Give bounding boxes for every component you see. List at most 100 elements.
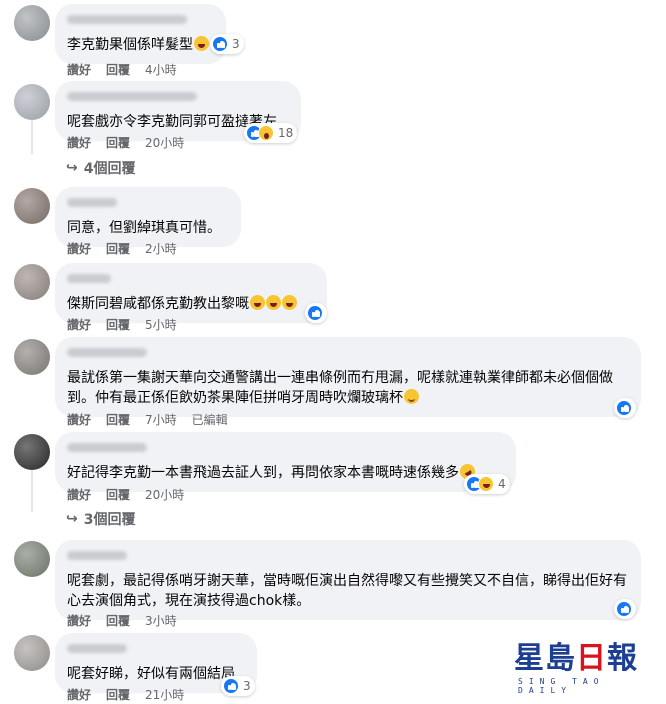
comment-text: 呢套劇，最記得係哨牙謝天華，當時嘅佢演出自然得嚟又有些攪笑又不自信，睇得出佢好有… bbox=[67, 573, 627, 609]
logo-char: 星 bbox=[514, 641, 544, 676]
like-button[interactable]: 讚好 bbox=[67, 316, 91, 333]
logo-text: 星島日報 bbox=[514, 641, 652, 677]
comment-feed: 李克勤果個係咩髮型 3 讚好 回覆 4小時 呢套戲亦令李克勤同郭可盈撻著左 18… bbox=[0, 0, 666, 704]
like-button[interactable]: 讚好 bbox=[67, 612, 91, 629]
reply-button[interactable]: 回覆 bbox=[106, 612, 130, 629]
avatar[interactable] bbox=[14, 5, 50, 41]
reaction-summary[interactable]: 3 bbox=[221, 676, 255, 696]
avatar[interactable] bbox=[14, 635, 50, 671]
reaction-summary[interactable] bbox=[305, 303, 327, 323]
reaction-summary[interactable]: 3 bbox=[210, 34, 244, 54]
comment-actions: 讚好 回覆 7小時 已編輯 bbox=[67, 411, 228, 428]
like-reaction-icon bbox=[616, 601, 632, 617]
comment-bubble: 呢套劇，最記得係哨牙謝天華，當時嘅佢演出自然得嚟又有些攪笑又不自信，睇得出佢好有… bbox=[55, 540, 641, 620]
smile-emoji-icon bbox=[404, 389, 419, 404]
comment-actions: 讚好 回覆 4小時 bbox=[67, 61, 177, 78]
reply-button[interactable]: 回覆 bbox=[106, 316, 130, 333]
logo-char: 島 bbox=[545, 641, 575, 676]
like-reaction-icon bbox=[223, 678, 239, 694]
timestamp[interactable]: 3小時 bbox=[145, 612, 177, 629]
like-button[interactable]: 讚好 bbox=[67, 134, 91, 151]
reaction-count: 3 bbox=[243, 679, 251, 693]
reaction-count: 18 bbox=[278, 126, 294, 140]
haha-emoji-icon bbox=[266, 295, 281, 310]
comment-actions: 讚好 回覆 21小時 bbox=[67, 686, 184, 703]
thread-line bbox=[31, 118, 33, 154]
avatar[interactable] bbox=[14, 84, 50, 120]
timestamp[interactable]: 20小時 bbox=[145, 486, 184, 503]
author-name[interactable] bbox=[67, 92, 289, 106]
reply-button[interactable]: 回覆 bbox=[106, 411, 130, 428]
comment-actions: 讚好 回覆 20小時 bbox=[67, 134, 184, 151]
timestamp[interactable]: 2小時 bbox=[145, 240, 177, 257]
like-button[interactable]: 讚好 bbox=[67, 240, 91, 257]
edited-label[interactable]: 已編輯 bbox=[192, 411, 228, 428]
like-button[interactable]: 讚好 bbox=[67, 486, 91, 503]
reply-button[interactable]: 回覆 bbox=[106, 686, 130, 703]
comment-actions: 讚好 回覆 5小時 bbox=[67, 316, 177, 333]
reaction-summary[interactable] bbox=[614, 599, 636, 619]
comment-bubble: 好記得李克勤一本書飛過去証人到，再問依家本書嘅時速係幾多 bbox=[55, 432, 516, 492]
author-name[interactable] bbox=[67, 443, 504, 457]
comment-actions: 讚好 回覆 3小時 bbox=[67, 612, 177, 629]
haha-emoji-icon bbox=[194, 36, 209, 51]
replies-count: 4個回覆 bbox=[83, 161, 136, 177]
like-button[interactable]: 讚好 bbox=[67, 411, 91, 428]
reaction-count: 3 bbox=[232, 37, 240, 51]
reply-button[interactable]: 回覆 bbox=[106, 486, 130, 503]
avatar[interactable] bbox=[14, 188, 50, 224]
comment-bubble: 最訧係第一集謝天華向交通警講出一連串條例而冇甩漏，呢樣就連執業律師都未必個個做到… bbox=[55, 337, 641, 417]
reply-button[interactable]: 回覆 bbox=[106, 240, 130, 257]
reply-arrow-icon: ↪ bbox=[66, 160, 78, 176]
view-replies-link[interactable]: ↪ 3個回覆 bbox=[66, 509, 135, 529]
avatar[interactable] bbox=[14, 434, 50, 470]
haha-emoji-icon bbox=[282, 295, 297, 310]
like-reaction-icon bbox=[212, 36, 228, 52]
reaction-summary[interactable]: 4 bbox=[464, 474, 510, 494]
like-button[interactable]: 讚好 bbox=[67, 61, 91, 78]
comment-text: 傑斯同碧咸都係克勤教出黎嘅 bbox=[67, 296, 249, 312]
comment-actions: 讚好 回覆 20小時 bbox=[67, 486, 184, 503]
wow-reaction-icon bbox=[258, 125, 274, 141]
logo-char: 報 bbox=[607, 641, 637, 676]
haha-emoji-icon bbox=[250, 295, 265, 310]
reaction-summary[interactable] bbox=[614, 398, 636, 418]
thread-line bbox=[31, 470, 33, 512]
author-name[interactable] bbox=[67, 551, 629, 565]
comment-bubble: 李克勤果個係咩髮型 bbox=[55, 4, 226, 64]
author-name[interactable] bbox=[67, 274, 315, 288]
timestamp[interactable]: 4小時 bbox=[145, 61, 177, 78]
comment-actions: 讚好 回覆 2小時 bbox=[67, 240, 177, 257]
replies-count: 3個回覆 bbox=[83, 512, 136, 528]
comment-bubble: 傑斯同碧咸都係克勤教出黎嘅 bbox=[55, 263, 327, 323]
timestamp[interactable]: 20小時 bbox=[145, 134, 184, 151]
reply-arrow-icon: ↪ bbox=[66, 511, 78, 527]
comment-text: 李克勤果個係咩髮型 bbox=[67, 37, 193, 53]
author-name[interactable] bbox=[67, 198, 229, 212]
reply-button[interactable]: 回覆 bbox=[106, 134, 130, 151]
logo-char: 日 bbox=[576, 641, 606, 676]
view-replies-link[interactable]: ↪ 4個回覆 bbox=[66, 158, 135, 178]
avatar[interactable] bbox=[14, 339, 50, 375]
reaction-count: 4 bbox=[498, 477, 506, 491]
logo-subtitle: SING TAO DAILY bbox=[518, 677, 605, 695]
timestamp[interactable]: 5小時 bbox=[145, 316, 177, 333]
author-name[interactable] bbox=[67, 348, 629, 362]
sing-tao-daily-logo: 星島日報 SING TAO DAILY bbox=[514, 641, 652, 695]
timestamp[interactable]: 21小時 bbox=[145, 686, 184, 703]
like-reaction-icon bbox=[616, 400, 632, 416]
comment-text: 好記得李克勤一本書飛過去証人到，再問依家本書嘅時速係幾多 bbox=[67, 465, 459, 481]
like-reaction-icon bbox=[307, 305, 323, 321]
comment-text: 呢套好睇，好似有兩個結局 bbox=[67, 666, 235, 682]
like-button[interactable]: 讚好 bbox=[67, 686, 91, 703]
comment-text: 最訧係第一集謝天華向交通警講出一連串條例而冇甩漏，呢樣就連執業律師都未必個個做到… bbox=[67, 370, 613, 406]
avatar[interactable] bbox=[14, 264, 50, 300]
author-name[interactable] bbox=[67, 644, 245, 658]
haha-reaction-icon bbox=[478, 476, 494, 492]
comment-text: 同意，但劉綽琪真可惜。 bbox=[67, 220, 221, 236]
author-name[interactable] bbox=[67, 15, 214, 29]
reply-button[interactable]: 回覆 bbox=[106, 61, 130, 78]
avatar[interactable] bbox=[14, 541, 50, 577]
timestamp[interactable]: 7小時 bbox=[145, 411, 177, 428]
reaction-summary[interactable]: 18 bbox=[244, 123, 298, 143]
